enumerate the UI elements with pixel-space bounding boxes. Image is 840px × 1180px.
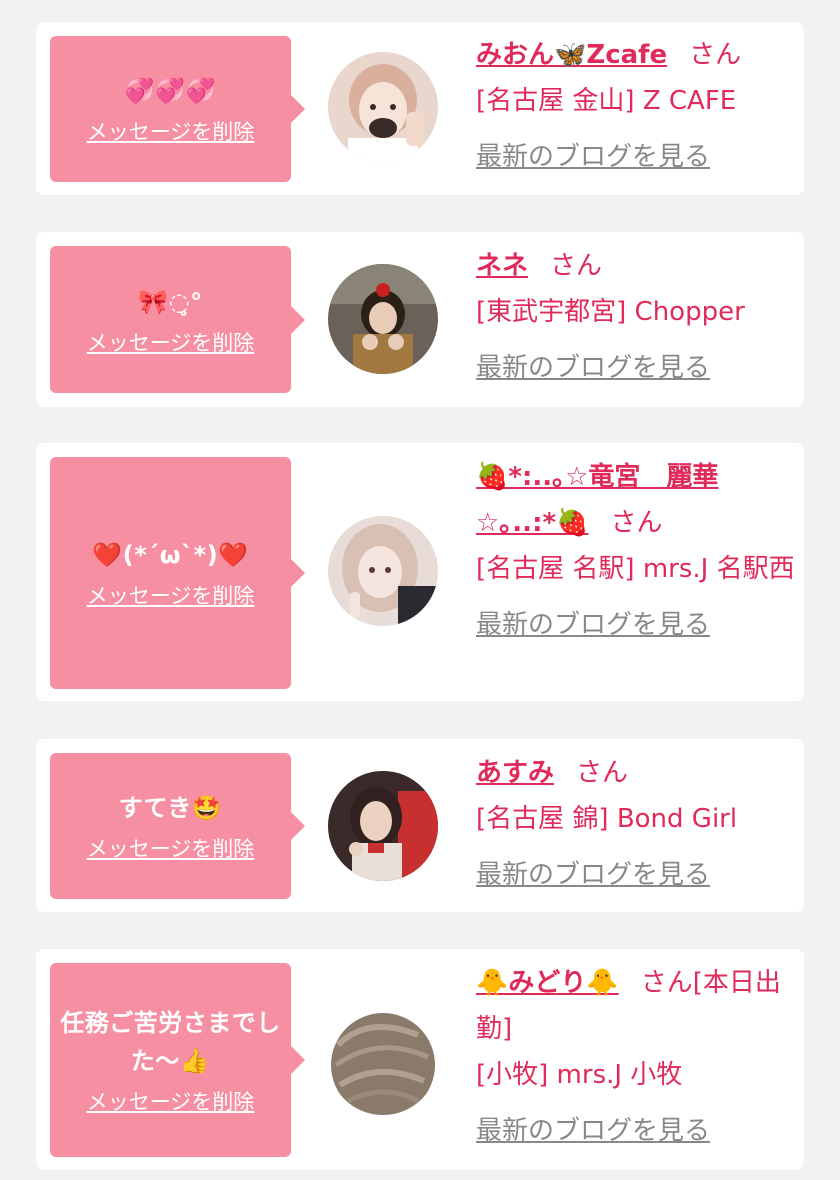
- name-line: みおん🦋Zcafe さん: [476, 32, 796, 78]
- delete-message-link[interactable]: メッセージを削除: [87, 833, 255, 863]
- delete-message-link[interactable]: メッセージを削除: [87, 327, 255, 357]
- message-bubble: 💞💞💞 メッセージを削除: [50, 36, 305, 182]
- avatar-photo: [328, 52, 438, 162]
- honorific: さん: [610, 508, 663, 538]
- latest-blog-link[interactable]: 最新のブログを見る: [476, 345, 710, 391]
- name-line: 🐥みどり🐥 さん[本日出勤]: [476, 960, 796, 1052]
- cast-name-link[interactable]: 🐥みどり🐥: [476, 968, 619, 998]
- latest-blog-link[interactable]: 最新のブログを見る: [476, 852, 710, 898]
- honorific: さん: [550, 251, 603, 281]
- info-block: あすみ さん [名古屋 錦] Bond Girl 最新のブログを見る: [476, 750, 796, 898]
- shop-name: [小牧] mrs.J 小牧: [476, 1060, 683, 1090]
- message-bubble: ❤️(*´ω`*)❤️ メッセージを削除: [50, 457, 305, 689]
- message-bubble: 🎀◌̥° メッセージを削除: [50, 246, 305, 393]
- honorific: さん: [689, 40, 742, 70]
- latest-blog-link[interactable]: 最新のブログを見る: [476, 602, 710, 648]
- message-bubble: 任務ご苦労さまでした〜👍 メッセージを削除: [50, 963, 305, 1157]
- avatar-photo: [328, 516, 438, 626]
- list-item: ❤️(*´ω`*)❤️ メッセージを削除 🍓*:..｡☆竜宮 麗華☆｡..:*🍓…: [36, 443, 804, 701]
- honorific: さん: [576, 758, 629, 788]
- favorite-list: 💞💞💞 メッセージを削除 みおん🦋Zcafe さん [名古屋 金山] Z CAFE…: [0, 0, 840, 1180]
- info-block: みおん🦋Zcafe さん [名古屋 金山] Z CAFE 最新のブログを見る: [476, 32, 796, 180]
- cast-name-link[interactable]: 🍓*:..｡☆竜宮 麗華☆｡..:*🍓: [476, 462, 718, 538]
- cast-name-link[interactable]: あすみ: [476, 758, 554, 788]
- avatar-photo: [328, 1005, 438, 1115]
- list-item: すてき🤩 メッセージを削除 あすみ さん [名古屋 錦] Bond Girl 最新…: [36, 739, 804, 912]
- avatar[interactable]: [328, 516, 438, 626]
- name-line: ネネ さん: [476, 243, 796, 289]
- message-text: ❤️(*´ω`*)❤️: [92, 541, 249, 569]
- cast-name-link[interactable]: ネネ: [476, 251, 528, 281]
- shop-name: [名古屋 名駅] mrs.J 名駅西: [476, 554, 795, 584]
- list-item: 💞💞💞 メッセージを削除 みおん🦋Zcafe さん [名古屋 金山] Z CAFE…: [36, 22, 804, 195]
- latest-blog-link[interactable]: 最新のブログを見る: [476, 1108, 710, 1154]
- latest-blog-link[interactable]: 最新のブログを見る: [476, 134, 710, 180]
- message-bubble: すてき🤩 メッセージを削除: [50, 753, 305, 899]
- shop-name: [名古屋 金山] Z CAFE: [476, 86, 737, 116]
- info-block: ネネ さん [東武宇都宮] Chopper 最新のブログを見る: [476, 243, 796, 391]
- message-text: 任務ご苦労さまでした〜👍: [60, 1009, 281, 1075]
- message-text: 💞💞💞: [124, 77, 217, 105]
- list-item: 🎀◌̥° メッセージを削除 ネネ さん [東武宇都宮] Chopper 最新のブロ…: [36, 232, 804, 407]
- message-text: 🎀◌̥°: [138, 287, 203, 316]
- avatar[interactable]: [328, 1005, 438, 1115]
- honorific: さん: [640, 968, 693, 998]
- avatar[interactable]: [328, 264, 438, 374]
- delete-message-link[interactable]: メッセージを削除: [87, 580, 255, 610]
- avatar-photo: [328, 264, 438, 374]
- message-text: すてき🤩: [118, 794, 223, 822]
- info-block: 🐥みどり🐥 さん[本日出勤] [小牧] mrs.J 小牧 最新のブログを見る: [476, 960, 796, 1154]
- delete-message-link[interactable]: メッセージを削除: [87, 1086, 255, 1116]
- avatar[interactable]: [328, 52, 438, 162]
- cast-name-link[interactable]: みおん🦋Zcafe: [476, 40, 667, 70]
- avatar[interactable]: [328, 771, 438, 881]
- delete-message-link[interactable]: メッセージを削除: [87, 116, 255, 146]
- info-block: 🍓*:..｡☆竜宮 麗華☆｡..:*🍓 さん [名古屋 名駅] mrs.J 名駅西…: [476, 454, 796, 648]
- shop-name: [東武宇都宮] Chopper: [476, 297, 745, 327]
- avatar-photo: [328, 771, 438, 881]
- name-line: あすみ さん: [476, 750, 796, 796]
- name-line: 🍓*:..｡☆竜宮 麗華☆｡..:*🍓 さん: [476, 454, 796, 546]
- shop-name: [名古屋 錦] Bond Girl: [476, 804, 738, 834]
- list-item: 任務ご苦労さまでした〜👍 メッセージを削除 🐥みどり🐥 さん[本日出勤] [小牧]…: [36, 949, 804, 1170]
